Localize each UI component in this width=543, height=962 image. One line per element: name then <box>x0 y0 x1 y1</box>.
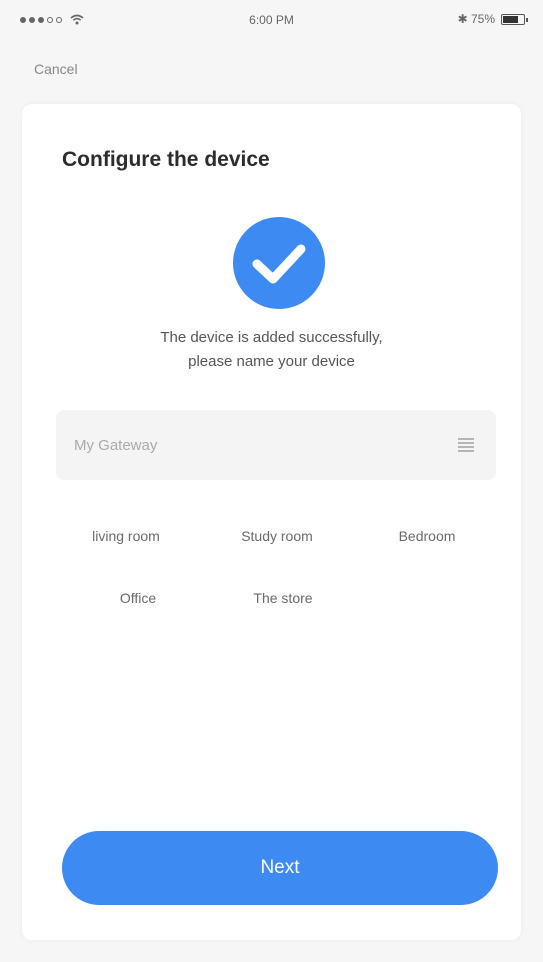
check-circle-icon <box>233 217 325 309</box>
suggestion-bedroom[interactable]: Bedroom <box>372 519 482 553</box>
device-name-input[interactable] <box>74 410 444 480</box>
next-button[interactable]: Next <box>62 831 498 905</box>
page-title: Configure the device <box>62 148 270 171</box>
suggestion-living-room[interactable]: living room <box>66 519 186 553</box>
suggestion-study-room[interactable]: Study room <box>214 519 340 553</box>
status-right: ✱ 75% <box>457 12 528 26</box>
success-message-line-2: please name your device <box>188 353 355 370</box>
suggestion-the-store[interactable]: The store <box>228 581 338 615</box>
configure-card: Configure the device The device is added… <box>22 104 521 940</box>
battery-percentage: ✱ 75% <box>457 12 495 26</box>
status-bar: 6:00 PM ✱ 75% <box>0 0 543 44</box>
device-name-field[interactable] <box>56 410 496 480</box>
list-icon[interactable] <box>458 438 474 452</box>
success-message: The device is added successfully, please… <box>22 326 521 374</box>
battery-icon <box>501 13 528 25</box>
cancel-button[interactable]: Cancel <box>34 61 78 77</box>
suggestion-office[interactable]: Office <box>88 581 188 615</box>
success-message-line-1: The device is added successfully, <box>160 329 383 346</box>
